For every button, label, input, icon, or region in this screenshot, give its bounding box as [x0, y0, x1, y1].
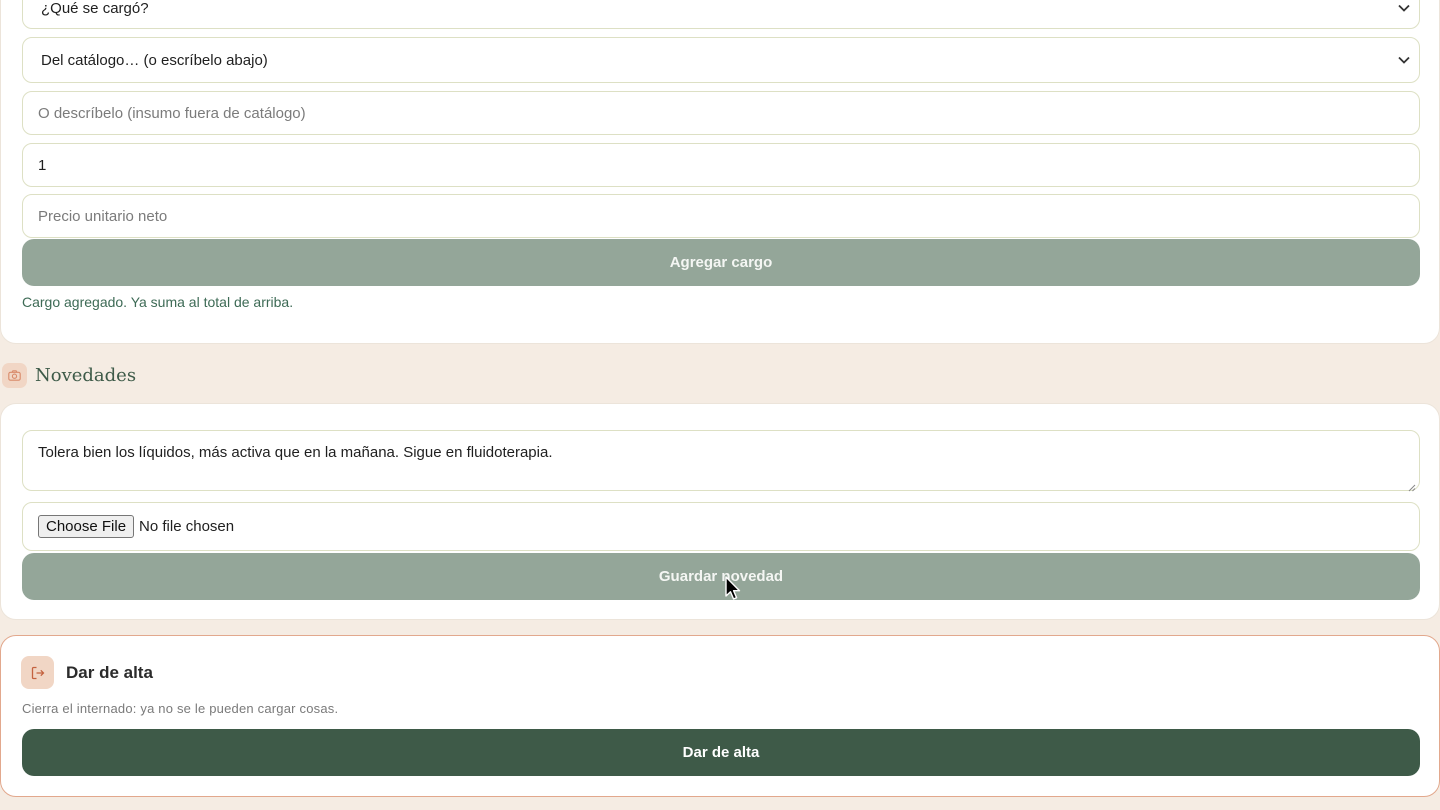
precio-placeholder: Precio unitario neto: [38, 207, 168, 225]
alta-header: Dar de alta: [21, 656, 153, 689]
alta-description: Cierra el internado: ya no se le pueden …: [22, 701, 339, 716]
chevron-down-icon: [1397, 1, 1411, 15]
cantidad-value: 1: [38, 156, 47, 174]
descripcion-input[interactable]: O descríbelo (insumo fuera de catálogo): [22, 91, 1420, 135]
alta-card: Dar de alta Cierra el internado: ya no s…: [0, 635, 1440, 797]
catalogo-value: Del catálogo… (o escríbelo abajo): [41, 51, 268, 69]
novedad-text: Tolera bien los líquidos, más activa que…: [38, 444, 553, 461]
novedades-card: Tolera bien los líquidos, más activa que…: [0, 403, 1440, 620]
success-message: Cargo agregado. Ya suma al total de arri…: [22, 294, 294, 310]
guardar-novedad-button[interactable]: Guardar novedad: [22, 553, 1420, 600]
novedad-textarea[interactable]: Tolera bien los líquidos, más activa que…: [22, 430, 1420, 492]
choose-file-button[interactable]: Choose File: [38, 515, 135, 538]
descripcion-placeholder: O descríbelo (insumo fuera de catálogo): [38, 104, 306, 122]
que-se-cargo-value: ¿Qué se cargó?: [41, 0, 149, 17]
cargos-card: ¿Qué se cargó? Del catálogo… (o escríbel…: [0, 0, 1440, 344]
chevron-down-icon: [1397, 53, 1411, 67]
agregar-cargo-button[interactable]: Agregar cargo: [22, 239, 1420, 286]
precio-input[interactable]: Precio unitario neto: [22, 194, 1420, 238]
alta-title: Dar de alta: [66, 662, 153, 682]
file-status: No file chosen: [139, 518, 235, 535]
file-input[interactable]: Choose File No file chosen: [22, 502, 1420, 551]
dar-de-alta-button[interactable]: Dar de alta: [22, 729, 1420, 776]
que-se-cargo-select[interactable]: ¿Qué se cargó?: [22, 0, 1420, 29]
catalogo-select[interactable]: Del catálogo… (o escríbelo abajo): [22, 37, 1420, 83]
cantidad-input[interactable]: 1: [22, 143, 1420, 187]
novedades-header: Novedades: [2, 362, 136, 389]
section-title: Novedades: [35, 365, 137, 386]
resize-grip-icon[interactable]: [1408, 479, 1416, 492]
logout-icon: [21, 656, 54, 689]
page: ¿Qué se cargó? Del catálogo… (o escríbel…: [0, 0, 1440, 810]
camera-icon: [2, 363, 27, 388]
